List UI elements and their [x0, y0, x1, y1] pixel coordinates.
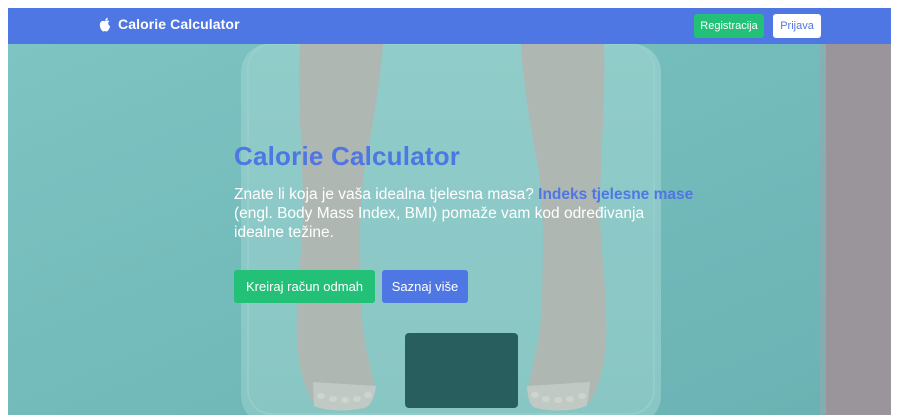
brand-link[interactable]: Calorie Calculator: [98, 16, 240, 32]
hero-text-intro: Znate li koja je vaša idealna tjelesna m…: [234, 186, 539, 203]
hero-description: Znate li koja je vaša idealna tjelesna m…: [234, 185, 694, 242]
create-account-button[interactable]: Kreiraj račun odmah: [234, 270, 375, 303]
learn-more-button[interactable]: Saznaj više: [382, 270, 468, 303]
navbar: Calorie Calculator Registracija Prijava: [8, 8, 891, 44]
hero-section: Calorie Calculator Znate li koja je vaša…: [8, 44, 891, 415]
apple-icon: [98, 17, 112, 32]
register-button[interactable]: Registracija: [694, 14, 764, 38]
bmi-link[interactable]: Indeks tjelesne mase: [538, 186, 693, 203]
hero-title: Calorie Calculator: [234, 141, 461, 171]
brand-text: Calorie Calculator: [118, 16, 240, 32]
page: Calorie Calculator Registracija Prijava: [8, 8, 891, 415]
login-button[interactable]: Prijava: [773, 14, 821, 38]
hero-text-rest: (engl. Body Mass Index, BMI) pomaže vam …: [234, 205, 645, 241]
